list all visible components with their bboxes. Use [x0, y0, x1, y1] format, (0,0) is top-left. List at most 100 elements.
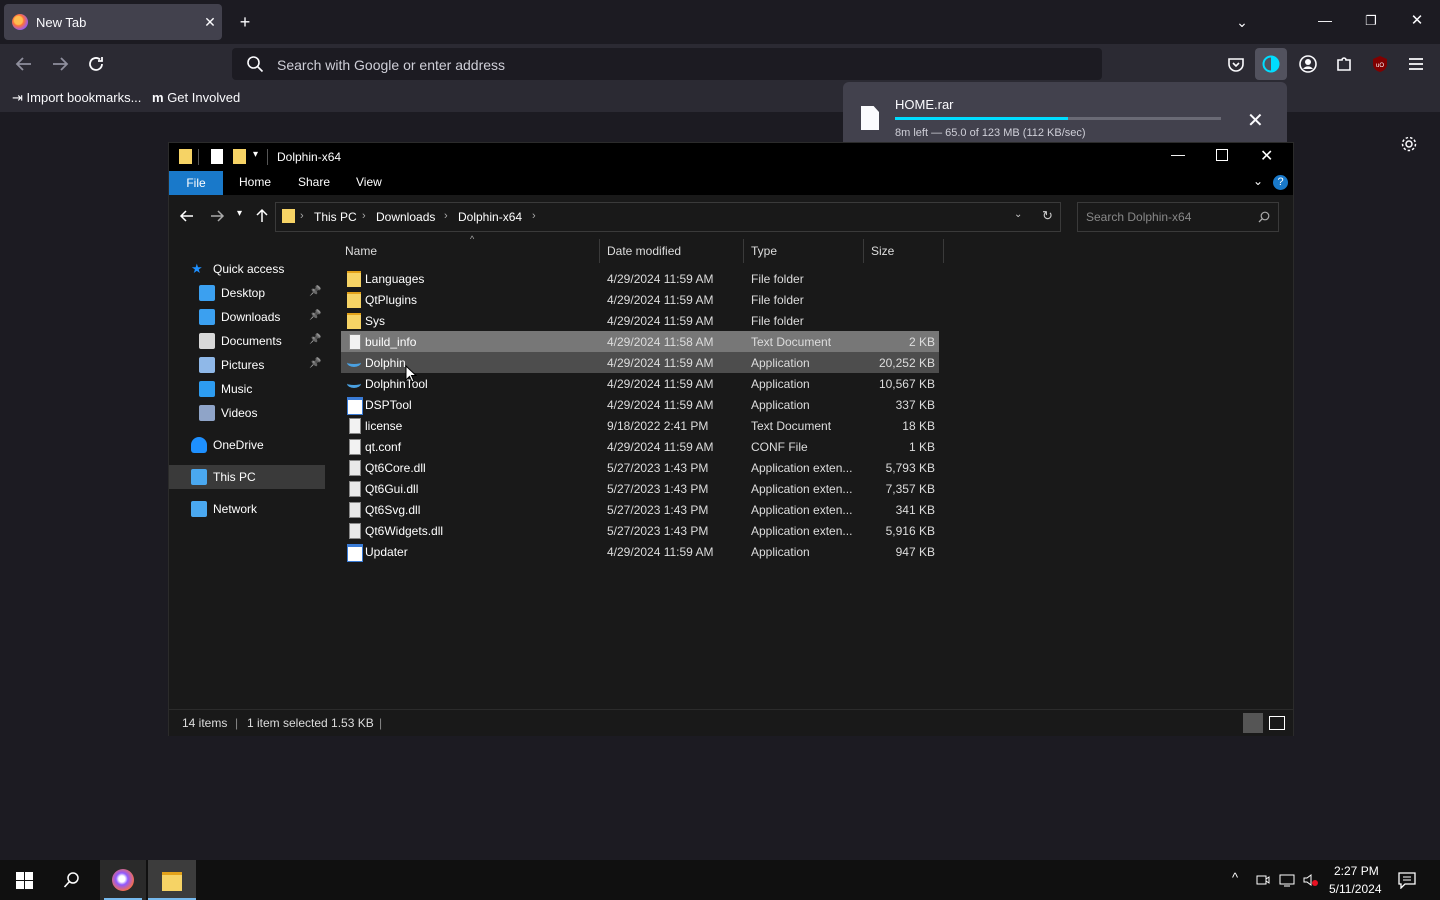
- ribbon-tab-home[interactable]: Home: [239, 175, 271, 189]
- get-involved-bookmark[interactable]: m Get Involved: [152, 90, 240, 105]
- nav-item-documents[interactable]: Documents 📌: [169, 329, 325, 353]
- file-row[interactable]: build_info 4/29/2024 11:58 AM Text Documen…: [341, 331, 939, 352]
- nav-item-network[interactable]: Network: [169, 497, 325, 521]
- nav-item-music[interactable]: Music: [169, 377, 325, 401]
- column-divider[interactable]: [743, 239, 744, 263]
- ribbon-tabs: File Home Share View ⌄ ?: [169, 171, 1293, 195]
- nav-item-desktop[interactable]: Desktop 📌: [169, 281, 325, 305]
- refresh-icon[interactable]: ↻: [1042, 208, 1053, 224]
- show-hidden-icons-chevron-icon[interactable]: ^: [1232, 870, 1238, 885]
- file-row[interactable]: Qt6Gui.dll 5/27/2023 1:43 PM Application e…: [341, 478, 939, 499]
- column-header-date-modified[interactable]: Date modified: [607, 244, 681, 258]
- pocket-icon[interactable]: [1224, 52, 1248, 76]
- hamburger-menu-icon[interactable]: [1404, 52, 1428, 76]
- close-tab-icon[interactable]: ✕: [200, 12, 220, 32]
- meet-now-icon[interactable]: [1255, 872, 1271, 888]
- ribbon-tab-share[interactable]: Share: [298, 175, 330, 189]
- downloads-button[interactable]: [1255, 48, 1287, 80]
- large-icons-view-button[interactable]: [1269, 716, 1285, 730]
- column-divider[interactable]: [863, 239, 864, 263]
- file-row[interactable]: license 9/18/2022 2:41 PM Text Document 18 …: [341, 415, 939, 436]
- downloads-panel: HOME.rar 8m left — 65.0 of 123 MB (112 K…: [843, 82, 1287, 142]
- application-icon: [347, 544, 363, 562]
- expand-ribbon-chevron-icon[interactable]: ⌄: [1253, 174, 1263, 188]
- nav-item-downloads[interactable]: Downloads 📌: [169, 305, 325, 329]
- volume-muted-icon[interactable]: [1302, 872, 1318, 888]
- forward-arrow-icon[interactable]: [209, 208, 225, 224]
- file-row[interactable]: QtPlugins 4/29/2024 11:59 AM File folder: [341, 289, 939, 310]
- file-row[interactable]: Sys 4/29/2024 11:59 AM File folder: [341, 310, 939, 331]
- close-window-button[interactable]: ✕: [1403, 9, 1431, 33]
- file-row[interactable]: Qt6Widgets.dll 5/27/2023 1:43 PM Applicati…: [341, 520, 939, 541]
- up-arrow-icon[interactable]: [254, 208, 270, 224]
- ublock-shield-icon[interactable]: uO: [1368, 52, 1392, 76]
- clock-time[interactable]: 2:27 PM: [1334, 864, 1379, 878]
- explorer-minimize-button[interactable]: —: [1171, 146, 1185, 162]
- column-divider[interactable]: [943, 239, 944, 263]
- forward-arrow-icon[interactable]: [48, 52, 72, 76]
- address-dropdown-chevron-icon[interactable]: ⌄: [1014, 209, 1022, 220]
- file-row[interactable]: Qt6Svg.dll 5/27/2023 1:43 PM Application e…: [341, 499, 939, 520]
- new-folder-icon[interactable]: [233, 149, 246, 164]
- search-icon: [1258, 211, 1270, 223]
- list-tabs-chevron-icon[interactable]: ⌄: [1228, 10, 1256, 34]
- nav-item-quick-access[interactable]: ★ Quick access: [169, 257, 325, 281]
- breadcrumb-downloads[interactable]: Downloads: [376, 210, 435, 224]
- file-row[interactable]: Languages 4/29/2024 11:59 AM File folder: [341, 268, 939, 289]
- file-row[interactable]: DSPTool 4/29/2024 11:59 AM Application 337 …: [341, 394, 939, 415]
- nav-item-pictures[interactable]: Pictures 📌: [169, 353, 325, 377]
- file-row[interactable]: Dolphin 4/29/2024 11:59 AM Application 20,2…: [341, 352, 939, 373]
- reload-icon[interactable]: [84, 52, 108, 76]
- url-bar[interactable]: Search with Google or enter address: [232, 48, 1102, 80]
- help-icon[interactable]: ?: [1273, 175, 1288, 190]
- restore-button[interactable]: ❐: [1357, 9, 1385, 33]
- extensions-puzzle-icon[interactable]: [1332, 52, 1356, 76]
- new-tab-button[interactable]: +: [231, 10, 259, 34]
- search-icon: [247, 56, 264, 73]
- cancel-download-icon[interactable]: ✕: [1247, 108, 1264, 133]
- network-status-icon[interactable]: [1279, 872, 1295, 888]
- details-view-button[interactable]: [1243, 713, 1263, 733]
- column-header-name[interactable]: Name: [345, 244, 377, 258]
- action-center-icon[interactable]: [1398, 872, 1416, 889]
- file-name: Sys: [365, 314, 386, 328]
- nav-item-onedrive[interactable]: OneDrive: [169, 433, 325, 457]
- minimize-button[interactable]: —: [1311, 8, 1339, 32]
- search-box[interactable]: Search Dolphin-x64: [1077, 202, 1279, 232]
- customize-qat-icon[interactable]: ▾: [253, 149, 258, 160]
- address-bar[interactable]: › This PC › Downloads › Dolphin-x64 › ⌄ …: [275, 202, 1061, 232]
- browser-tab[interactable]: New Tab ✕: [4, 4, 222, 40]
- explorer-maximize-button[interactable]: [1216, 149, 1228, 161]
- back-arrow-icon[interactable]: [179, 208, 195, 224]
- recent-locations-chevron-icon[interactable]: ▾: [237, 208, 242, 219]
- file-row[interactable]: Updater 4/29/2024 11:59 AM Application 947 …: [341, 541, 939, 562]
- breadcrumb-this-pc[interactable]: This PC: [314, 210, 357, 224]
- clock-date[interactable]: 5/11/2024: [1329, 882, 1382, 896]
- firefox-icon: [112, 869, 134, 891]
- settings-gear-icon[interactable]: [1400, 135, 1418, 153]
- file-row[interactable]: qt.conf 4/29/2024 11:59 AM CONF File 1 KB: [341, 436, 939, 457]
- nav-item-this-pc[interactable]: This PC: [169, 465, 325, 489]
- download-file-name[interactable]: HOME.rar: [895, 97, 954, 112]
- search-icon[interactable]: [63, 871, 81, 889]
- dll-file-icon: [349, 481, 361, 497]
- account-icon[interactable]: [1296, 52, 1320, 76]
- file-row[interactable]: Qt6Core.dll 5/27/2023 1:43 PM Application …: [341, 457, 939, 478]
- nav-item-videos[interactable]: Videos: [169, 401, 325, 425]
- back-arrow-icon[interactable]: [12, 52, 36, 76]
- column-header-size[interactable]: Size: [871, 244, 894, 258]
- taskbar-file-explorer[interactable]: [148, 860, 196, 900]
- properties-icon[interactable]: [211, 149, 223, 164]
- import-bookmarks-item[interactable]: ⇥ Import bookmarks...: [12, 90, 141, 106]
- explorer-close-button[interactable]: ✕: [1260, 146, 1273, 166]
- nav-item-label: Quick access: [213, 262, 285, 276]
- column-header-type[interactable]: Type: [751, 244, 777, 258]
- ribbon-tab-file[interactable]: File: [169, 171, 223, 195]
- breadcrumb-dolphin-x64[interactable]: Dolphin-x64: [458, 210, 522, 224]
- taskbar-firefox[interactable]: [100, 860, 146, 900]
- file-row[interactable]: DolphinTool 4/29/2024 11:59 AM Application…: [341, 373, 939, 394]
- column-divider[interactable]: [599, 239, 600, 263]
- ribbon-tab-view[interactable]: View: [356, 175, 382, 189]
- windows-start-icon[interactable]: [16, 872, 33, 889]
- folder-icon: [347, 292, 361, 308]
